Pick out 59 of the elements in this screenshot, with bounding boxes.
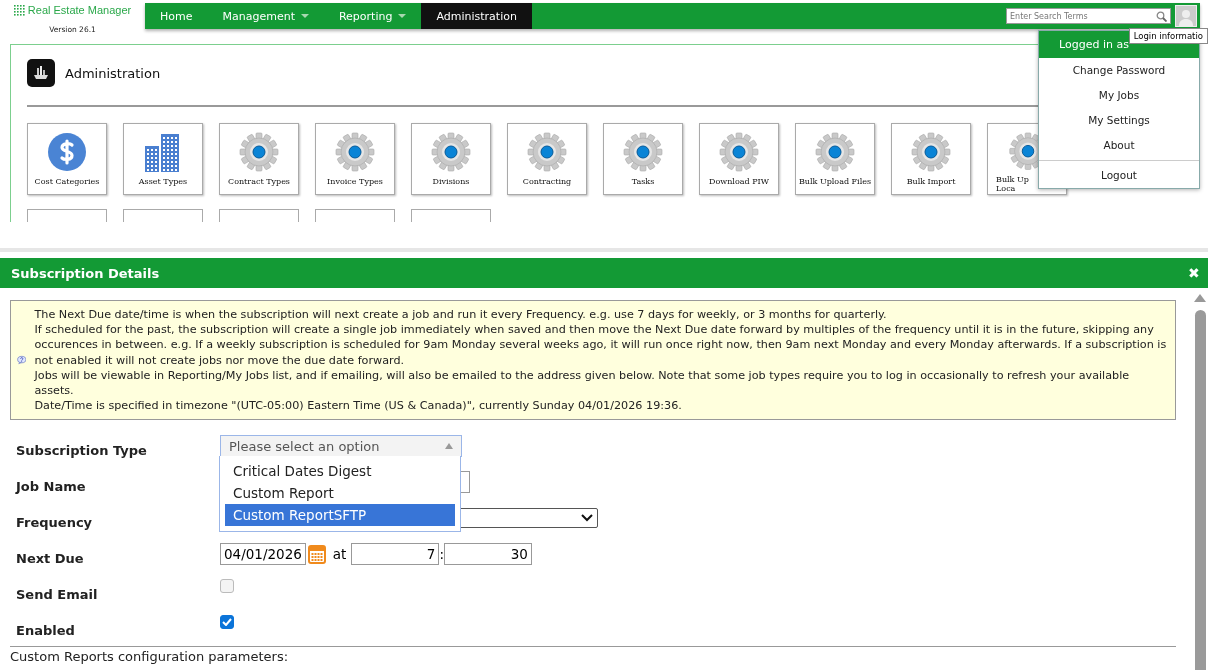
search-field[interactable]: Enter Search Terms: [1006, 8, 1171, 24]
menu-item[interactable]: Change Password: [1039, 58, 1199, 83]
chart-icon: [27, 59, 55, 87]
dropdown-option[interactable]: Custom ReportSFTP: [225, 504, 455, 527]
logo-icon: [13, 4, 25, 16]
dollar-icon: [47, 132, 87, 172]
checkbox[interactable]: [220, 615, 234, 630]
gear-icon: [335, 132, 375, 172]
field-label: Send Email: [16, 585, 99, 602]
field-label: Subscription Type: [16, 441, 148, 458]
close-button[interactable]: ✖: [1188, 265, 1200, 281]
field-label: Next Due: [16, 549, 85, 566]
info-text: Date/Time is specified in timezone "(UTC-05:00) Eastern Time (US & Canada)", currently Sunday 04/01/2026 19:36.: [34, 398, 683, 414]
chevron-icon: [581, 514, 593, 523]
admin-tile[interactable]: Cost Categories: [27, 123, 107, 195]
info-text: The Next Due date/time is when the subscription will next create a job and run it every Frequency. e.g. use 7 days for weekly, or 3 months for quarterly.: [34, 307, 888, 323]
dialog-title: Subscription Details: [11, 265, 160, 281]
calendar-icon[interactable]: [307, 544, 326, 565]
tooltip: Login informatio: [1128, 28, 1208, 44]
field-label: Enabled: [16, 621, 76, 638]
admin-tile[interactable]: Contract Types: [219, 123, 299, 195]
admin-tile[interactable]: Divisions: [411, 123, 491, 195]
field-label: Job Name: [16, 477, 87, 494]
gear-icon: [719, 132, 759, 172]
admin-tile[interactable]: Asset Types: [123, 123, 203, 195]
scrollbar-thumb[interactable]: [1194, 310, 1206, 670]
nav-tab[interactable]: Reporting: [323, 3, 422, 29]
at-label: at: [332, 546, 347, 563]
gear-icon: [527, 132, 567, 172]
nav-tab[interactable]: Home: [145, 3, 208, 29]
nav-tab[interactable]: Management: [207, 3, 324, 29]
section-heading: Custom Reports configuration parameters:: [10, 648, 290, 665]
checkbox[interactable]: [220, 579, 234, 594]
scroll-up-icon[interactable]: [1194, 294, 1206, 302]
subscription-type-dropdown[interactable]: Please select an option: [220, 435, 462, 458]
gear-icon: [239, 132, 279, 172]
app-name: Real Estate Manager: [27, 4, 132, 16]
admin-tile[interactable]: Bulk Import: [891, 123, 971, 195]
menu-item[interactable]: My Jobs: [1039, 83, 1199, 108]
gear-icon: [431, 132, 471, 172]
info-text: If scheduled for the past, the subscription will create a single job immediately when saved and then move the Next Due date forward by multiples of the frequency until it is in the future, skipping any occurences in between. e.g. If a weekly subscription is scheduled for 9am Monday several weeks ago, it will run once right now, then 9am next Monday and every Monday afterwards. If a subscription is not enabled it will not create jobs nor move the due date forward.: [34, 322, 1167, 368]
search-icon[interactable]: [1156, 10, 1167, 22]
minute-field[interactable]: 30: [443, 543, 532, 566]
admin-tile[interactable]: Download PIW: [699, 123, 779, 195]
nav-tab[interactable]: Administration: [421, 3, 532, 29]
page-title: Administration: [65, 65, 161, 81]
hour-field[interactable]: 7: [351, 543, 440, 566]
gear-icon: [623, 132, 663, 172]
admin-tile[interactable]: Invoice Types: [315, 123, 395, 195]
gear-icon: [911, 132, 951, 172]
admin-tile[interactable]: Contracting: [507, 123, 587, 195]
time-separator: :: [439, 546, 444, 563]
admin-tile[interactable]: Tasks: [603, 123, 683, 195]
info-text: Jobs will be viewable in Reporting/My Jobs list, and if emailing, will also be emailed to the address given below. Note that some job types require you to log in occasionally to refresh your available assets.: [34, 367, 1131, 399]
avatar-icon[interactable]: [1175, 5, 1197, 27]
admin-tile[interactable]: Bulk Upload Files: [795, 123, 875, 195]
gear-icon: [815, 132, 855, 172]
date-field[interactable]: 04/01/2026: [220, 543, 306, 566]
field-label: Frequency: [16, 513, 94, 530]
